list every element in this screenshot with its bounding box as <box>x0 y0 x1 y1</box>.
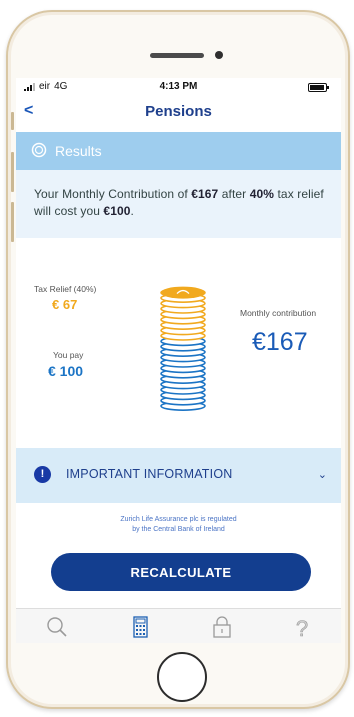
contribution-chart: Tax Relief (40%) € 67 You pay € 100 Mont… <box>16 238 341 448</box>
calculator-icon[interactable] <box>126 615 154 639</box>
regulatory-line-2: by the Central Bank of Ireland <box>132 526 225 533</box>
app-screen: eir 4G 4:13 PM < Pensions Results Your M… <box>16 78 341 643</box>
you-pay-value: € 100 <box>48 363 84 379</box>
regulatory-notice: Zurich Life Assurance plc is regulated b… <box>16 515 341 535</box>
monthly-contribution-label: Monthly contribution <box>240 308 317 318</box>
svg-text:?: ? <box>296 616 308 639</box>
results-header: Results <box>16 132 341 170</box>
phone-speaker <box>150 53 204 58</box>
tax-relief-label: Tax Relief (40%) <box>34 284 97 294</box>
coin-top-face <box>161 286 205 299</box>
volume-up-button <box>11 152 14 192</box>
status-time: 4:13 PM <box>159 81 198 92</box>
nav-bar: < Pensions <box>16 100 341 128</box>
recalculate-button[interactable]: RECALCULATE <box>51 553 311 591</box>
chevron-down-icon[interactable]: ⌄ <box>318 468 327 481</box>
lock-icon[interactable] <box>208 615 236 639</box>
search-icon[interactable] <box>44 615 72 639</box>
volume-down-button <box>11 202 14 242</box>
cost-amount: €100 <box>103 204 131 218</box>
contribution-amount: €167 <box>191 187 219 201</box>
results-label: Results <box>55 143 102 159</box>
you-pay-label: You pay <box>53 350 84 360</box>
info-alert-icon: ! <box>34 466 51 483</box>
mute-switch <box>11 112 14 130</box>
summary-text: Your Monthly Contribution of €167 after … <box>34 187 324 218</box>
status-bar: eir 4G 4:13 PM <box>16 78 341 96</box>
tax-rate: 40% <box>249 187 275 201</box>
monthly-contribution-value: €167 <box>252 328 308 356</box>
results-ring-icon <box>31 142 47 158</box>
page-title: Pensions <box>145 103 212 120</box>
important-information-bar[interactable]: ! IMPORTANT INFORMATION ⌄ <box>16 448 341 503</box>
tab-bar: ? <box>16 608 341 643</box>
summary-panel: Your Monthly Contribution of €167 after … <box>16 170 341 238</box>
tax-relief-value: € 67 <box>52 297 78 312</box>
coin-stack-icon <box>160 286 206 412</box>
battery-icon <box>308 83 329 92</box>
regulatory-line-1: Zurich Life Assurance plc is regulated <box>120 516 237 523</box>
home-button[interactable] <box>157 652 207 702</box>
help-icon[interactable]: ? <box>288 615 316 639</box>
phone-camera <box>215 51 223 59</box>
important-information-label: IMPORTANT INFORMATION <box>66 467 233 481</box>
